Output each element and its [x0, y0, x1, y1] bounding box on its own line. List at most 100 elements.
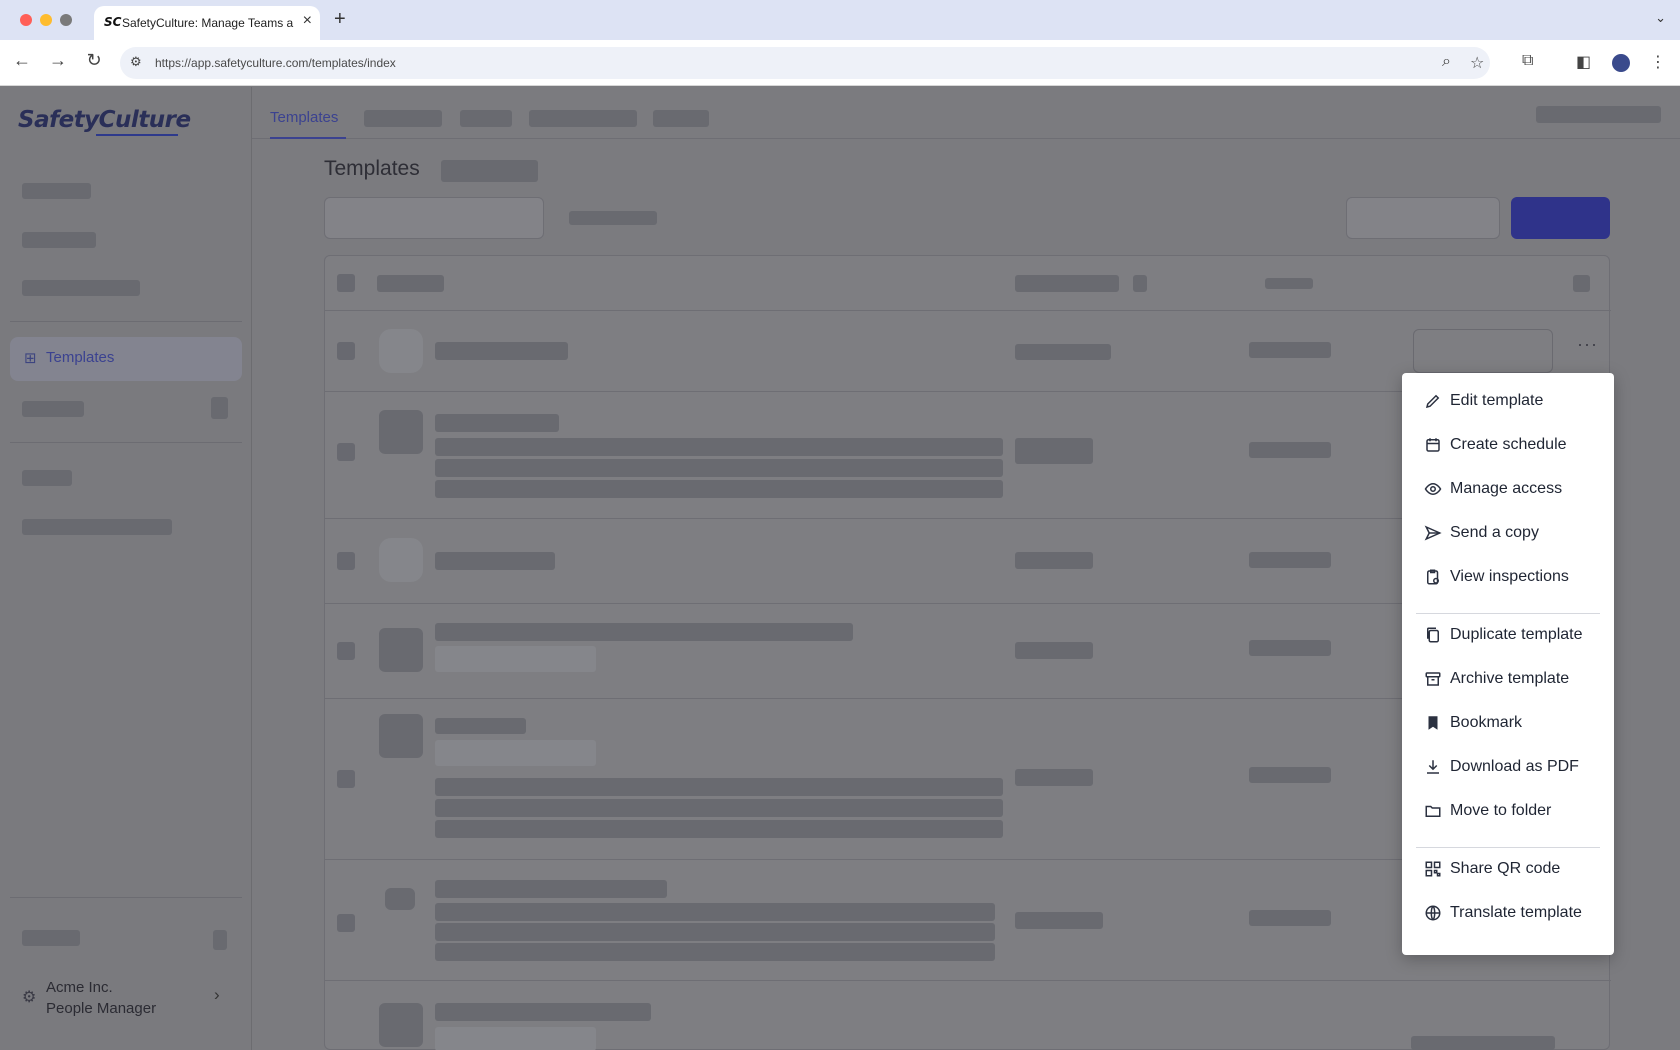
row-divider [325, 980, 1611, 981]
gear-icon: ⚙ [22, 989, 37, 1006]
zoom-icon[interactable]: ⌕ [1442, 53, 1451, 71]
row-cell-skeleton [1015, 642, 1093, 659]
header-skeleton [1133, 275, 1147, 292]
forward-icon[interactable]: → [46, 50, 70, 71]
menu-item-move-to-folder[interactable]: Move to folder [1402, 790, 1614, 834]
search-input[interactable] [324, 197, 544, 239]
secondary-button[interactable] [1346, 197, 1500, 239]
org-switcher[interactable]: Acme Inc. People Manager [46, 977, 156, 1019]
new-tab-button[interactable]: + [334, 8, 346, 31]
row-checkbox[interactable] [337, 770, 355, 788]
row-cell-skeleton [1015, 552, 1093, 569]
top-navigation: Templates [252, 87, 1680, 139]
download-icon [1427, 760, 1439, 774]
extensions-icon[interactable]: ⧉ [1522, 52, 1533, 70]
logo-underline [96, 134, 178, 136]
profile-avatar-icon[interactable] [1612, 54, 1630, 72]
back-icon[interactable]: ← [10, 50, 34, 71]
browser-tab[interactable]: SC SafetyCulture: Manage Teams and... × [94, 6, 320, 40]
row-cell-skeleton [1249, 767, 1331, 783]
site-info-icon[interactable]: ⚙ [130, 54, 142, 70]
row-title-skeleton [435, 880, 667, 898]
qr-code-icon [1425, 861, 1441, 877]
row-desc-skeleton [435, 923, 995, 941]
template-options-menu: Edit template Create schedule Manage acc… [1402, 373, 1614, 955]
tab-skeleton [653, 110, 709, 127]
filter-skeleton [569, 211, 657, 225]
close-window-icon[interactable] [20, 14, 32, 26]
row-more-options-button[interactable]: ··· [1577, 334, 1598, 355]
menu-item-label: View inspections [1450, 568, 1569, 585]
sidebar-divider [10, 442, 242, 443]
menu-item-duplicate-template[interactable]: Duplicate template [1402, 614, 1614, 658]
row-checkbox[interactable] [337, 342, 355, 360]
row-tag-skeleton [435, 740, 596, 766]
row-action-button[interactable] [1413, 329, 1553, 373]
sidebar-skeleton-item [22, 519, 172, 535]
menu-item-label: Send a copy [1450, 524, 1539, 541]
select-all-checkbox[interactable] [337, 274, 355, 292]
menu-item-view-inspections[interactable]: View inspections [1402, 556, 1614, 600]
menu-item-translate-template[interactable]: Translate template [1402, 892, 1614, 936]
row-title-skeleton [435, 342, 568, 360]
row-desc-skeleton [435, 480, 1003, 498]
row-desc-skeleton [435, 438, 1003, 456]
reload-icon[interactable]: ↻ [82, 50, 106, 71]
row-desc-skeleton [435, 943, 995, 961]
browser-toolbar: ← → ↻ ⚙ https://app.safetyculture.com/te… [0, 40, 1680, 86]
send-icon [1424, 525, 1442, 541]
row-checkbox[interactable] [337, 642, 355, 660]
row-title-skeleton [435, 552, 555, 570]
bookmark-star-icon[interactable]: ☆ [1470, 53, 1484, 73]
menu-item-label: Duplicate template [1450, 626, 1583, 643]
page-title: Templates [324, 157, 420, 180]
row-cell-skeleton [1249, 640, 1331, 656]
maximize-window-icon[interactable] [60, 14, 72, 26]
menu-item-create-schedule[interactable]: Create schedule [1402, 424, 1614, 468]
chevron-right-icon[interactable]: › [214, 985, 220, 1005]
sidebar-skeleton-item [22, 470, 72, 486]
row-desc-skeleton [435, 820, 1003, 838]
browser-menu-icon[interactable]: ⋮ [1650, 52, 1666, 72]
sidebar-item-templates[interactable]: ⊞ Templates [10, 337, 242, 381]
side-panel-icon[interactable]: ◧ [1576, 52, 1591, 72]
primary-button[interactable] [1511, 197, 1610, 239]
sidebar-divider [10, 321, 242, 322]
templates-icon: ⊞ [24, 350, 37, 367]
row-tag-skeleton [435, 646, 596, 672]
bookmark-icon [1428, 716, 1438, 730]
menu-item-label: Edit template [1450, 392, 1544, 409]
row-thumbnail [379, 538, 423, 582]
menu-item-edit-template[interactable]: Edit template [1402, 380, 1614, 424]
menu-item-manage-access[interactable]: Manage access [1402, 468, 1614, 512]
row-cell-skeleton [1015, 912, 1103, 929]
row-thumbnail [379, 410, 423, 454]
address-bar[interactable]: ⚙ https://app.safetyculture.com/template… [120, 47, 1490, 79]
tab-skeleton [364, 110, 442, 127]
tab-search-chevron-icon[interactable]: ⌄ [1655, 10, 1666, 26]
menu-item-label: Translate template [1450, 904, 1582, 921]
menu-item-download-as-pdf[interactable]: Download as PDF [1402, 746, 1614, 790]
header-skeleton [1573, 275, 1590, 292]
row-thumbnail [379, 628, 423, 672]
minimize-window-icon[interactable] [40, 14, 52, 26]
menu-item-bookmark[interactable]: Bookmark [1402, 702, 1614, 746]
menu-item-share-qr-code[interactable]: Share QR code [1402, 848, 1614, 892]
menu-item-archive-template[interactable]: Archive template [1402, 658, 1614, 702]
menu-item-send-a-copy[interactable]: Send a copy [1402, 512, 1614, 556]
tab-skeleton [460, 110, 512, 127]
row-checkbox[interactable] [337, 552, 355, 570]
row-checkbox[interactable] [337, 914, 355, 932]
sidebar-item-label: Templates [46, 349, 115, 366]
row-thumbnail [379, 714, 423, 758]
header-skeleton [1015, 275, 1119, 292]
row-checkbox[interactable] [337, 443, 355, 461]
row-cell-skeleton [1015, 344, 1111, 360]
tab-close-icon[interactable]: × [303, 12, 312, 30]
tab-templates[interactable]: Templates [270, 109, 338, 126]
row-thumbnail [379, 329, 423, 373]
menu-item-label: Manage access [1450, 480, 1563, 497]
archive-icon [1425, 672, 1441, 686]
url-text[interactable]: https://app.safetyculture.com/templates/… [155, 56, 396, 70]
row-desc-skeleton [435, 799, 1003, 817]
